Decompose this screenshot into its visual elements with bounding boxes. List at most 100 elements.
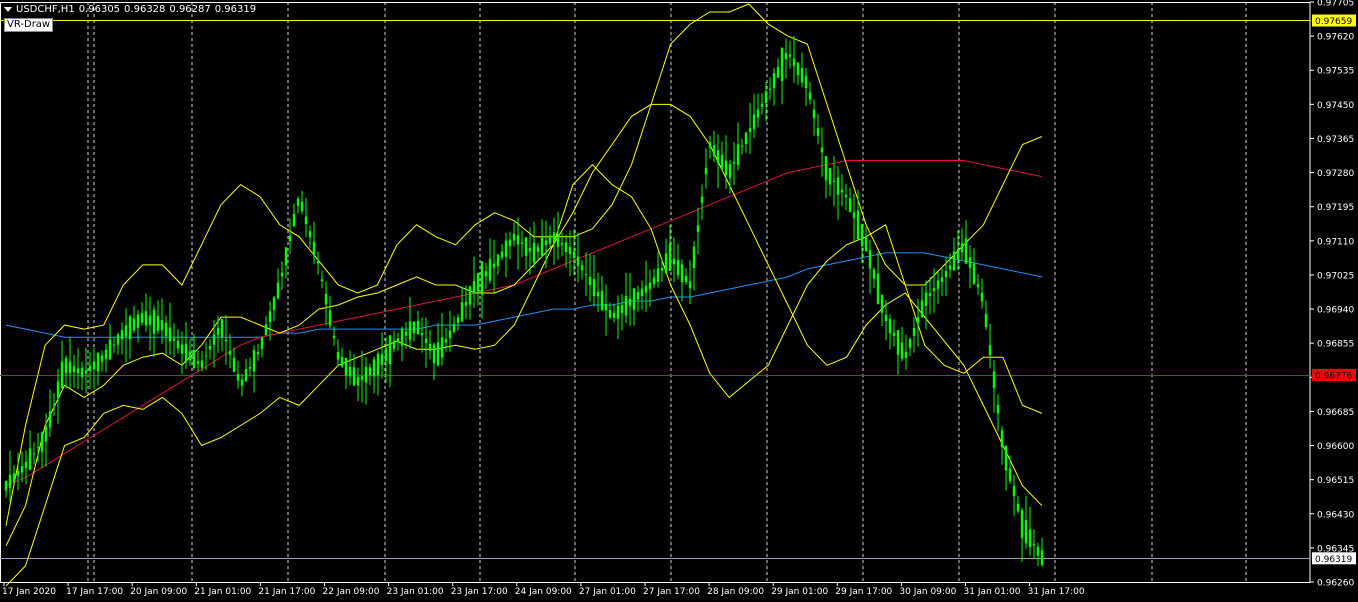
price-candle-body [516,235,520,245]
price-candle-body [572,251,576,258]
price-candle-body [536,247,540,252]
price-candle-body [456,317,460,323]
price-candle-body [192,350,196,369]
price-candle-body [228,350,232,355]
price-candle-body [680,264,684,283]
price-candle-body [176,340,180,349]
price-candle-body [248,367,252,369]
red-level-label: 0.96776 [1315,371,1352,381]
vr-draw-button[interactable]: VR-Draw [4,18,54,32]
price-candle-body [160,320,164,330]
price-candle-body [164,322,168,337]
bid-level-label: 0.96319 [1315,555,1352,565]
price-candle-body [948,265,952,270]
price-candle-body [564,242,568,252]
price-candle-body [344,357,348,376]
price-candle-body [136,314,140,328]
price-candle-body [436,342,440,366]
price-candle-body [752,114,756,129]
time-tick-label: 21 Jan 17:00 [258,587,315,597]
price-candle-body [980,293,984,302]
price-candle-body [364,366,368,383]
price-candle-body [524,237,528,256]
price-candle-body [828,168,832,185]
price-tick-label: 0.97705 [1317,0,1354,9]
time-tick-label: 23 Jan 01:00 [387,587,444,597]
price-candle-body [660,268,664,271]
price-candle-body [8,474,12,489]
price-candle-body [1024,520,1028,544]
price-candle-body [612,312,616,318]
price-candle-body [940,277,944,282]
price-candle-body [368,367,372,376]
price-candle-body [1020,510,1024,538]
price-candle-body [500,251,504,258]
price-candle-body [420,333,424,336]
dropdown-triangle-icon[interactable] [4,6,12,12]
price-candle-body [984,314,988,328]
price-candle-body [636,292,640,300]
price-candle-body [988,345,992,356]
price-tick-label: 0.97620 [1317,33,1354,43]
price-candle-body [404,331,408,336]
price-candle-body [936,280,940,289]
price-candle-body [20,466,24,473]
price-candle-body [872,269,876,279]
time-tick-label: 31 Jan 01:00 [964,587,1021,597]
price-candle-body [212,334,216,345]
price-candle-body [736,144,740,165]
price-candle-body [956,249,960,260]
price-candle-body [676,260,680,275]
price-tick-label: 0.96855 [1317,340,1354,350]
price-candle-body [696,225,700,232]
price-candle-body [1012,486,1016,497]
price-tick-label: 0.97025 [1317,271,1354,281]
price-candle-body [236,374,240,381]
price-candle-body [520,242,524,244]
price-candle-body [924,292,928,306]
price-candle-body [532,242,536,263]
price-candle-body [716,150,720,163]
price-chart[interactable]: 0.97705 0.97620 0.97535 0.97450 0.97365 0.972… [0,0,1358,602]
price-candle-body [724,160,728,176]
price-candle-body [1008,468,1012,481]
price-candle-body [372,359,376,377]
price-candle-body [844,194,848,198]
price-candle-body [96,352,100,372]
yellow-level-label: 0.97659 [1315,17,1352,27]
price-candle-body [1016,503,1020,512]
time-tick-label: 24 Jan 09:00 [515,587,572,597]
price-candle-body [656,268,660,282]
price-candle-body [24,462,28,468]
price-candle-body [836,177,840,195]
price-candle-body [256,352,260,354]
price-candle-body [416,320,420,335]
price-candle-body [200,360,204,368]
price-candle-body [712,145,716,156]
time-tick-label: 27 Jan 17:00 [643,587,700,597]
price-candle-body [648,282,652,289]
price-tick-label: 0.97450 [1317,101,1354,111]
price-candle-body [112,344,116,346]
price-candle-body [744,132,748,145]
price-candle-body [608,310,612,318]
price-candle-body [116,334,120,345]
price-tick-label: 0.96430 [1317,510,1354,520]
price-candle-body [380,354,384,365]
price-candle-body [16,471,20,476]
time-tick-label: 30 Jan 09:00 [899,587,956,597]
price-candle-body [492,263,496,268]
price-candle-body [720,154,724,170]
price-candle-body [244,369,248,382]
price-candle-body [412,321,416,333]
price-candle-body [784,53,788,60]
price-candle-body [704,167,708,175]
price-candle-body [64,358,68,374]
price-candle-body [868,250,872,269]
price-candle-body [300,201,304,211]
price-candle-body [28,448,32,470]
price-candle-body [1032,544,1036,546]
price-candle-body [376,353,380,376]
price-candle-body [804,75,808,88]
trading-chart-window[interactable]: 0.97705 0.97620 0.97535 0.97450 0.97365 0.972… [0,0,1358,602]
